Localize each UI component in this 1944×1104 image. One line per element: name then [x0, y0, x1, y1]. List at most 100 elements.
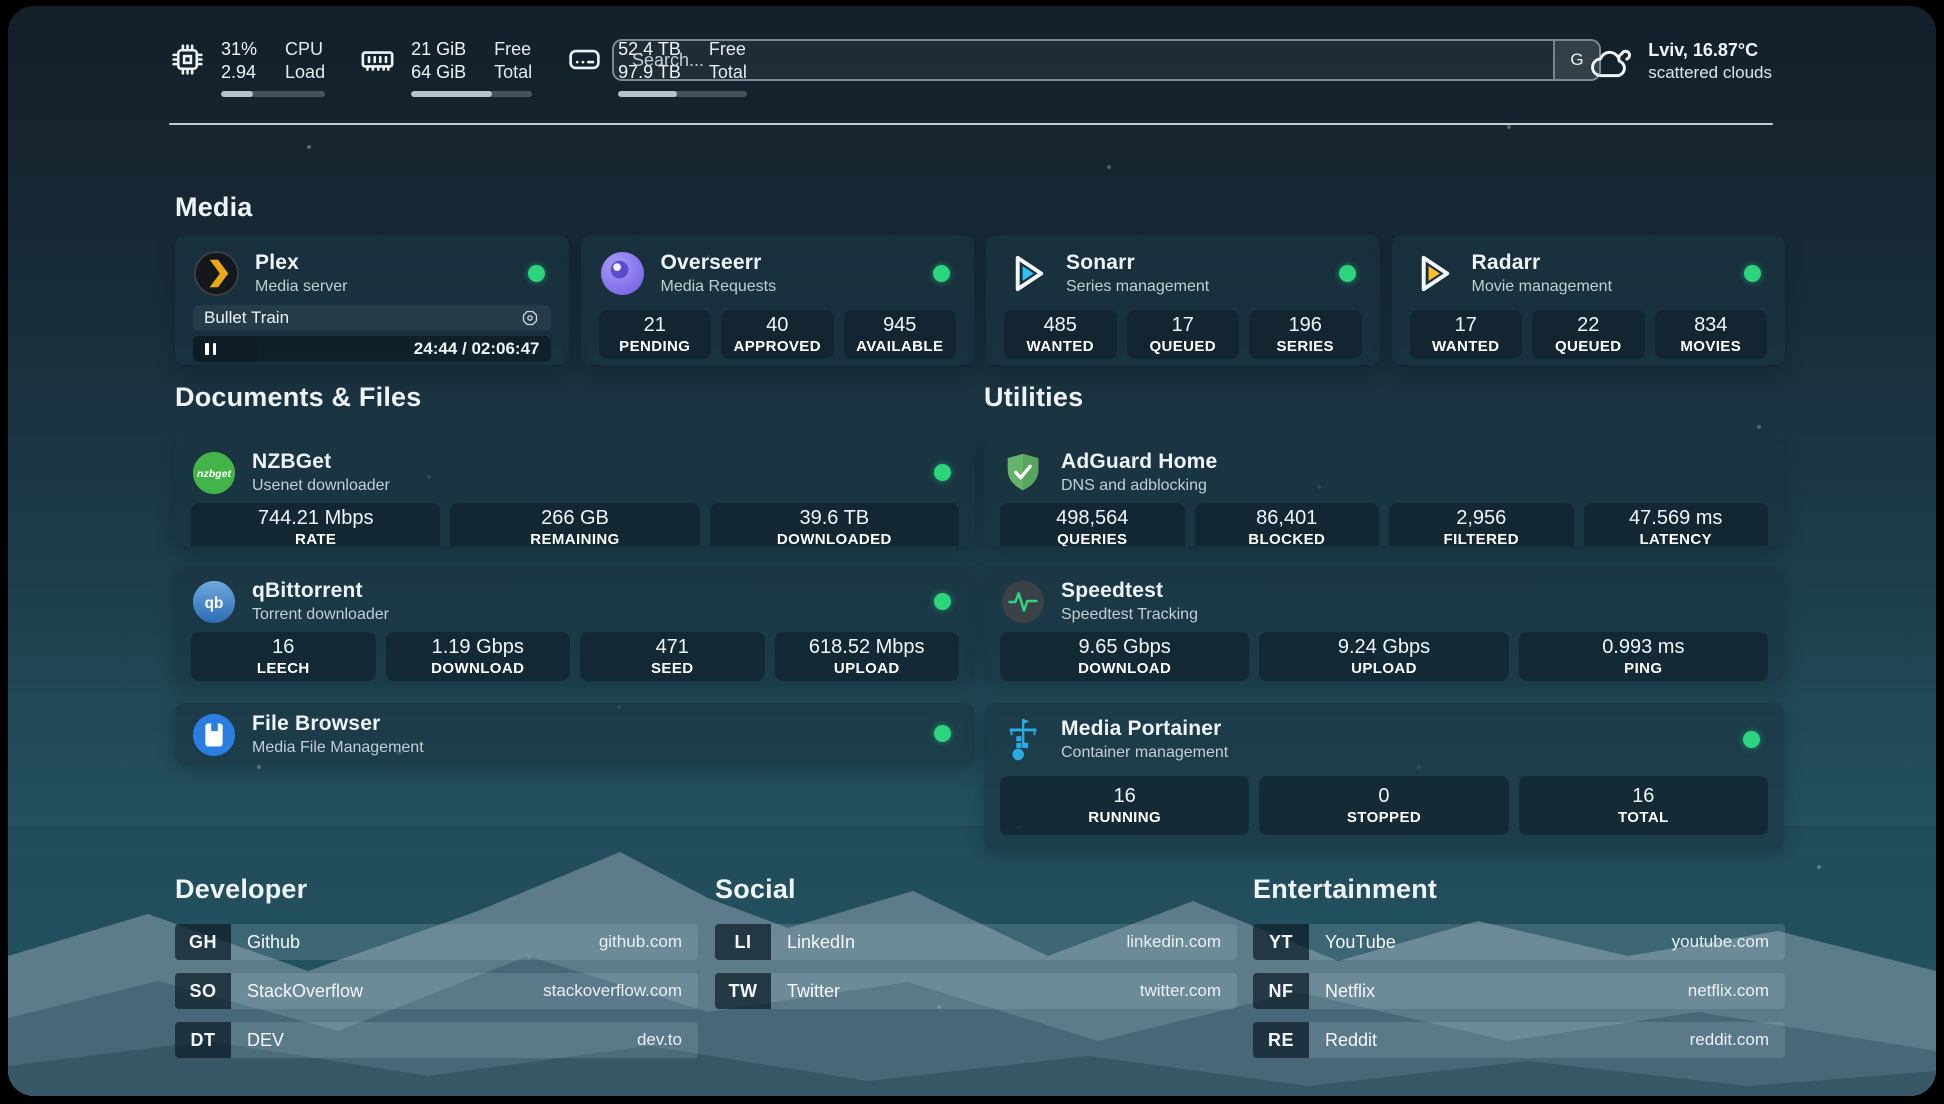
app-name: Plex	[255, 250, 347, 275]
app-card-sonarr[interactable]: Sonarr Series management 485 WANTED 17 Q…	[986, 235, 1380, 365]
media-cards-row: Plex Media server Bullet Train 24:44 / 0…	[175, 235, 1785, 365]
stat-tile: 39.6 TB DOWNLOADED	[710, 503, 959, 546]
playback-progress-row: 24:44 / 02:06:47	[193, 336, 551, 362]
search-bar: G	[612, 39, 1601, 81]
bookmark-reddit[interactable]: RE Reddit reddit.com	[1253, 1022, 1785, 1058]
overseerr-icon	[599, 250, 646, 297]
section-title-social: Social	[715, 874, 796, 905]
status-dot	[528, 265, 545, 282]
app-subtitle: Speedtest Tracking	[1061, 605, 1198, 625]
qbittorrent-icon: qb	[191, 579, 237, 625]
playback-time: 24:44 / 02:06:47	[414, 339, 551, 359]
filebrowser-icon	[191, 712, 237, 758]
app-subtitle: Media Requests	[661, 277, 777, 297]
app-subtitle: Container management	[1061, 743, 1228, 763]
bookmark-linkedin[interactable]: LI LinkedIn linkedin.com	[715, 924, 1237, 960]
cpu-chip-icon	[169, 41, 206, 78]
stat-tile: 9.24 Gbps UPLOAD	[1259, 632, 1508, 681]
now-playing-row: Bullet Train	[193, 305, 551, 331]
header-divider	[169, 123, 1773, 125]
section-title-developer: Developer	[175, 874, 307, 905]
bookmark-youtube[interactable]: YT YouTube youtube.com	[1253, 924, 1785, 960]
stat-tile: 21 PENDING	[599, 310, 712, 359]
stat-tile: 618.52 Mbps UPLOAD	[775, 632, 960, 681]
status-dot	[934, 593, 951, 610]
memory-icon	[359, 41, 396, 78]
app-name: Overseerr	[661, 250, 777, 275]
app-card-plex[interactable]: Plex Media server Bullet Train 24:44 / 0…	[175, 235, 569, 365]
bookmark-twitter[interactable]: TW Twitter twitter.com	[715, 973, 1237, 1009]
cpu-label: CPU	[285, 38, 325, 61]
app-subtitle: Media server	[255, 277, 347, 297]
stat-tile: 485 WANTED	[1004, 310, 1117, 359]
cpu-usage-value: 31%	[221, 38, 257, 61]
section-title-documents: Documents & Files	[175, 382, 421, 413]
app-card-speedtest[interactable]: Speedtest Speedtest Tracking 9.65 Gbps D…	[984, 569, 1784, 681]
stat-tile: 0.993 ms PING	[1519, 632, 1768, 681]
speedtest-icon	[1000, 579, 1046, 625]
app-card-qbittorrent[interactable]: qb qBittorrent Torrent downloader 16 LEE…	[175, 569, 975, 681]
app-subtitle: Media File Management	[252, 738, 424, 758]
memory-free-label: Free	[494, 38, 532, 61]
stat-tile: 17 WANTED	[1410, 310, 1523, 359]
app-card-adguard[interactable]: AdGuard Home DNS and adblocking 498,564 …	[984, 440, 1784, 546]
stat-tile: 22 QUEUED	[1532, 310, 1645, 359]
app-card-radarr[interactable]: Radarr Movie management 17 WANTED 22 QUE…	[1392, 235, 1786, 365]
stat-tile: 0 STOPPED	[1259, 776, 1508, 835]
portainer-icon	[1000, 717, 1046, 763]
memory-stat: 21 GiB Free 64 GiB Total	[359, 38, 532, 97]
memory-progress-bar	[411, 91, 532, 97]
social-bookmarks: LI LinkedIn linkedin.com TW Twitter twit…	[715, 924, 1237, 1009]
app-subtitle: Usenet downloader	[252, 476, 390, 496]
cpu-load-label: Load	[285, 61, 325, 84]
stat-tile: 16 LEECH	[191, 632, 376, 681]
svg-text:nzbget: nzbget	[197, 467, 231, 479]
app-card-overseerr[interactable]: Overseerr Media Requests 21 PENDING 40 A…	[581, 235, 975, 365]
cpu-stat: 31% CPU 2.94 Load	[169, 38, 325, 97]
weather-condition: scattered clouds	[1648, 62, 1772, 84]
now-playing-title: Bullet Train	[204, 308, 289, 328]
cloud-icon	[1587, 42, 1633, 82]
app-card-filebrowser[interactable]: File Browser Media File Management	[175, 703, 975, 765]
search-input[interactable]	[614, 41, 1553, 79]
status-dot	[1339, 265, 1356, 282]
bookmark-github[interactable]: GH Github github.com	[175, 924, 698, 960]
status-dot	[1743, 731, 1760, 748]
stat-tile: 471 SEED	[580, 632, 765, 681]
top-bar: 31% CPU 2.94 Load 21 GiB Fr	[169, 30, 1772, 102]
pause-button[interactable]	[193, 336, 257, 362]
stat-tile: 86,401 BLOCKED	[1195, 503, 1380, 546]
section-title-entertainment: Entertainment	[1253, 874, 1437, 905]
stat-tile: 16 RUNNING	[1000, 776, 1249, 835]
cpu-load-value: 2.94	[221, 61, 257, 84]
app-name: NZBGet	[252, 449, 390, 474]
stat-tile: 47.569 ms LATENCY	[1584, 503, 1769, 546]
cpu-progress-bar	[221, 91, 325, 97]
app-card-nzbget[interactable]: nzbget NZBGet Usenet downloader 744.21 M…	[175, 440, 975, 546]
bookmark-netflix[interactable]: NF Netflix netflix.com	[1253, 973, 1785, 1009]
section-title-utilities: Utilities	[984, 382, 1083, 413]
adguard-icon	[1000, 450, 1046, 496]
app-name: File Browser	[252, 711, 424, 736]
stat-tile: 1.19 Gbps DOWNLOAD	[386, 632, 571, 681]
svg-text:qb: qb	[205, 594, 224, 611]
snow-speckles	[8, 6, 10, 8]
memory-total-value: 64 GiB	[411, 61, 466, 84]
media-view-icon[interactable]	[520, 308, 540, 328]
section-title-media: Media	[175, 192, 253, 223]
app-name: Media Portainer	[1061, 716, 1228, 741]
status-dot	[934, 725, 951, 742]
status-dot	[934, 464, 951, 481]
sonarr-icon	[1004, 250, 1051, 297]
bookmark-stackoverflow[interactable]: SO StackOverflow stackoverflow.com	[175, 973, 698, 1009]
stat-tile: 2,956 FILTERED	[1389, 503, 1574, 546]
bookmark-dev[interactable]: DT DEV dev.to	[175, 1022, 698, 1058]
plex-icon	[193, 250, 240, 297]
app-card-portainer[interactable]: Media Portainer Container management 16 …	[984, 703, 1784, 849]
entertainment-bookmarks: YT YouTube youtube.com NF Netflix netfli…	[1253, 924, 1785, 1058]
status-dot	[1744, 265, 1761, 282]
app-name: qBittorrent	[252, 578, 389, 603]
app-name: AdGuard Home	[1061, 449, 1217, 474]
hard-drive-icon	[566, 41, 603, 78]
stat-tile: 834 MOVIES	[1655, 310, 1768, 359]
